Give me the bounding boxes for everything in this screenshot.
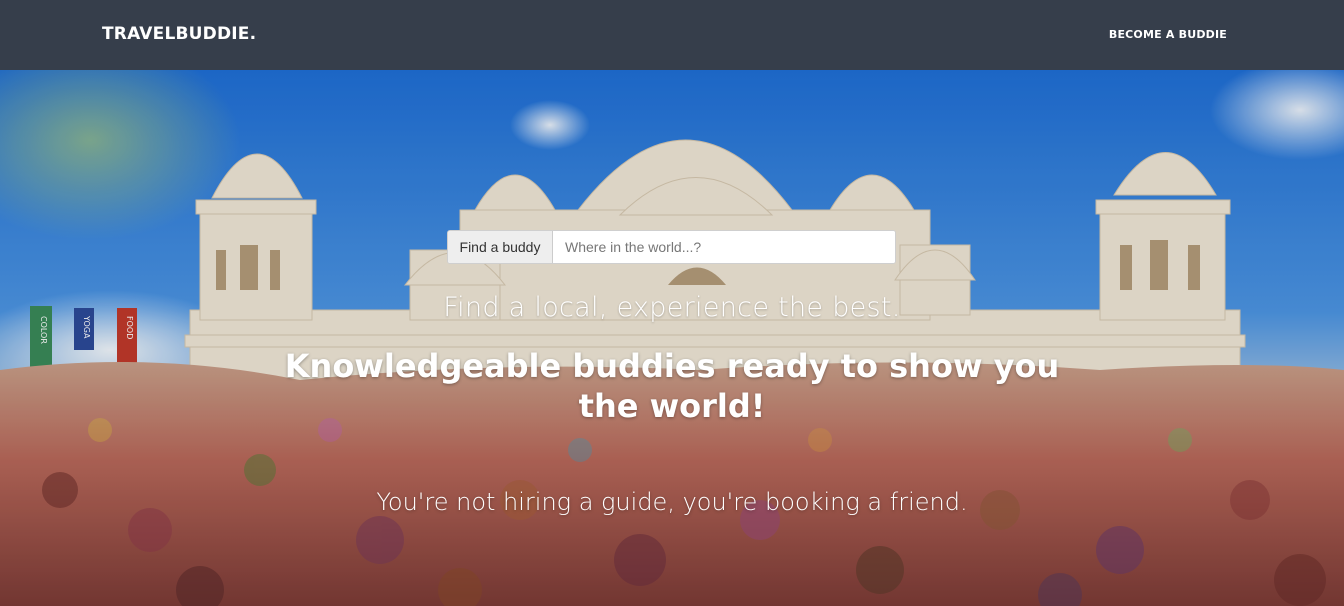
top-navbar: TRAVELBUDDIE. BECOME A BUDDIE: [0, 0, 1344, 70]
hero-tagline: Find a local, experience the best.: [443, 292, 901, 323]
become-a-buddie-link[interactable]: BECOME A BUDDIE: [1109, 28, 1227, 41]
find-a-buddy-label: Find a buddy: [448, 231, 553, 263]
hero-subline: You're not hiring a guide, you're bookin…: [376, 488, 968, 516]
hero-headline: Knowledgeable buddies ready to show you …: [284, 347, 1060, 425]
destination-search-input[interactable]: [553, 231, 895, 263]
hero-background-image: COLOR YOGA FOOD: [0, 70, 1344, 606]
buddy-search-bar: Find a buddy: [447, 230, 896, 264]
brand-logo-link[interactable]: TRAVELBUDDIE.: [102, 24, 256, 44]
hero-section: COLOR YOGA FOOD Find a buddy Where in th…: [0, 70, 1344, 606]
